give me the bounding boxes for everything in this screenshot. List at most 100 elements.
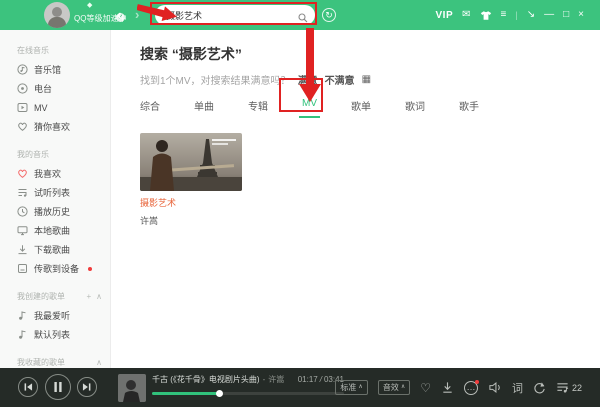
mv-title[interactable]: 摄影艺术 [140,196,242,209]
main-menu-icon[interactable]: ≡ [501,9,507,21]
lyrics-button[interactable]: 词 [512,380,523,396]
close-button[interactable]: × [578,9,584,21]
avatar[interactable] [44,2,70,28]
search-icon[interactable] [298,10,308,20]
notification-dot [475,380,479,384]
sidebar-item-guess-you-like[interactable]: 猜你喜欢 [17,117,110,136]
sidebar-item-favorite-playlist[interactable]: 我最爱听 [17,306,110,325]
pause-button[interactable] [45,374,71,400]
download-icon [17,244,28,255]
section-my-music: 我的音乐 [17,149,110,160]
sidebar-item-label: 我喜欢 [34,167,61,180]
mv-artist[interactable]: 许嵩 [140,214,242,227]
sidebar-item-label: 音乐馆 [34,63,61,76]
quality-selector[interactable]: 标准 ∧ [335,380,367,395]
section-tools: ∧ [96,358,102,367]
next-button[interactable] [77,377,97,397]
music-note-icon [17,329,28,340]
ellipsis: … [466,382,475,392]
sidebar-item-local-songs[interactable]: 本地歌曲 [17,221,110,240]
mv-thumbnail[interactable] [140,133,242,191]
sidebar-item-label: 默认列表 [34,328,70,341]
search-box[interactable] [155,5,315,25]
heart-question-icon [17,121,28,132]
tab-songs[interactable]: 单曲 [194,98,214,118]
message-icon[interactable]: ✉ [462,9,470,21]
collapse-icon[interactable]: ∧ [96,358,102,367]
collapse-icon[interactable]: ∧ [96,292,102,301]
download-song-icon[interactable] [441,381,454,394]
progress-thumb[interactable] [216,390,223,397]
search-input[interactable] [155,5,315,25]
sound-effect-selector[interactable]: 音效 ∧ [378,380,410,395]
mv-result-card[interactable]: 摄影艺术 许嵩 [140,133,242,227]
quality-label: 标准 [340,382,356,393]
skin-icon[interactable] [480,10,492,21]
list-icon [17,187,28,198]
tab-albums[interactable]: 专辑 [248,98,268,118]
vip-button[interactable]: VIP [436,10,454,21]
result-info-text: 找到1个MV，对搜索结果满意吗？ [140,72,291,87]
sidebar-item-music-hall[interactable]: 音乐馆 [17,60,110,79]
tab-lyrics[interactable]: 歌词 [405,98,425,118]
elapsed-time: 01:17 [298,375,318,384]
title-separator: - [263,375,266,384]
feedback-unsatisfied-link[interactable]: 不满意 [325,72,355,87]
section-label: 在线音乐 [17,45,49,56]
device-icon [17,263,28,274]
minimize-button[interactable]: — [544,9,554,21]
forward-button[interactable]: › [135,7,139,23]
effect-label: 音效 [383,382,399,393]
maximize-button[interactable]: □ [563,9,569,21]
current-song-artist[interactable]: 许嵩 [268,374,284,385]
previous-button[interactable] [18,377,38,397]
tab-mv[interactable]: MV [302,98,317,118]
feedback-emoji-icon[interactable]: ▦ [362,74,371,85]
sidebar-item-downloads[interactable]: 下载歌曲 [17,240,110,259]
mini-mode-icon[interactable]: ↘ [527,9,535,21]
sidebar-item-transfer-device[interactable]: 传歌到设备 [17,259,110,278]
playlist-button[interactable]: 22 [556,381,582,394]
section-collected-playlists: 我收藏的歌单 ∧ [17,357,110,368]
back-button[interactable]: ‹ [117,7,121,23]
album-art[interactable] [118,374,146,402]
sidebar-item-mv[interactable]: MV [17,98,110,117]
feedback-satisfied-link[interactable]: 满意 [298,72,318,87]
sidebar-item-label: 猜你喜欢 [34,120,70,133]
playlist-count: 22 [572,383,582,393]
caret-up-icon: ∧ [401,384,405,391]
sidebar-item-label: 我最爱听 [34,309,70,322]
search-results-page: 搜索 “摄影艺术” 找到1个MV，对搜索结果满意吗？ 满意 不满意 ▦ 综合 单… [112,30,600,368]
add-playlist-icon[interactable]: + [86,292,91,301]
tab-overall[interactable]: 综合 [140,98,160,118]
like-heart-icon [17,168,28,179]
player-right-controls: 标准 ∧ 音效 ∧ ♡ … 词 22 [335,368,582,407]
progress-fill [152,392,219,395]
sidebar-item-default-playlist[interactable]: 默认列表 [17,325,110,344]
more-options-icon[interactable]: … [464,381,478,395]
radio-icon [17,83,28,94]
play-mode-loop-icon[interactable] [533,381,546,394]
sidebar-item-play-history[interactable]: 播放历史 [17,202,110,221]
section-my-playlists: 我创建的歌单 + ∧ [17,291,110,302]
section-label: 我创建的歌单 [17,291,65,302]
sidebar-item-label: 试听列表 [34,186,70,199]
sidebar-item-radio[interactable]: 电台 [17,79,110,98]
notification-dot [88,267,92,271]
section-label: 我收藏的歌单 [17,357,65,368]
tab-playlists[interactable]: 歌单 [351,98,371,118]
tab-artists[interactable]: 歌手 [459,98,479,118]
progress-bar[interactable] [152,392,344,395]
sidebar-item-label: 播放历史 [34,205,70,218]
current-song-title[interactable]: 千古 (《花千骨》电视剧片头曲) [152,374,260,385]
volume-icon[interactable] [488,381,502,394]
header-bar: ◆ QQ等级加速中 ✓ ‹ › ↻ VIP ✉ ≡ | ↘ — □ × [0,0,600,30]
user-area[interactable]: ◆ QQ等级加速中 ✓ [44,2,74,28]
qq-music-window: ◆ QQ等级加速中 ✓ ‹ › ↻ VIP ✉ ≡ | ↘ — □ × [0,0,600,407]
sidebar-item-listen-list[interactable]: 试听列表 [17,183,110,202]
sidebar-item-label: 下载歌曲 [34,243,70,256]
sidebar-item-label: 本地歌曲 [34,224,70,237]
refresh-icon[interactable]: ↻ [322,8,336,22]
favorite-heart-icon[interactable]: ♡ [420,381,431,395]
sidebar-item-my-likes[interactable]: 我喜欢 [17,164,110,183]
